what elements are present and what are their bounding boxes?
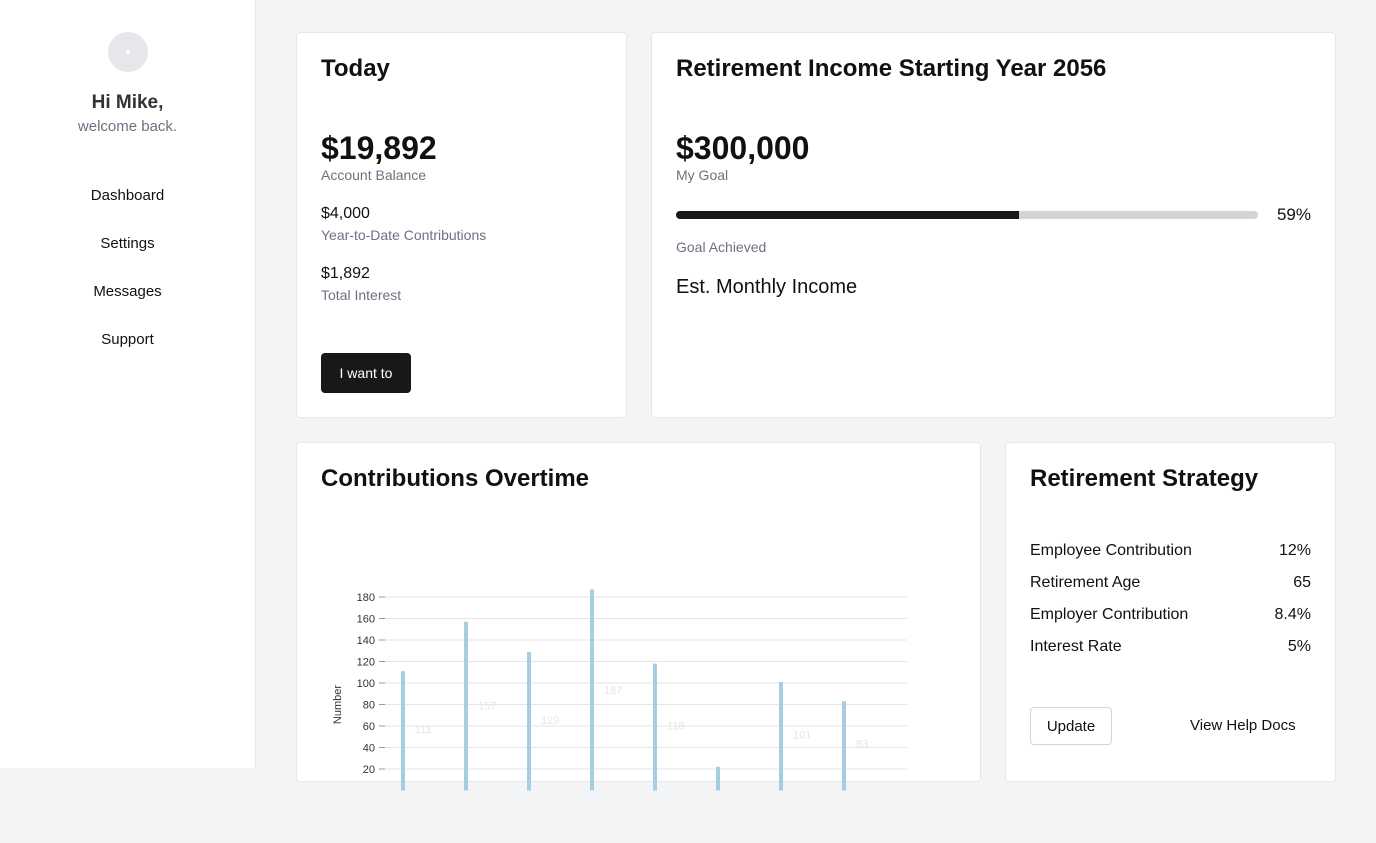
y-tick-label: 40 bbox=[363, 743, 375, 755]
est-monthly-income-label: Est. Monthly Income bbox=[676, 276, 858, 298]
strategy-row-employee-contribution: Employee Contribution 12% bbox=[1030, 542, 1311, 560]
bar-data-label: 111 bbox=[415, 724, 432, 736]
ytd-contributions-label: Year-to-Date Contributions bbox=[321, 227, 487, 243]
y-tick-label: 60 bbox=[363, 721, 375, 733]
today-title: Today bbox=[321, 55, 390, 82]
avatar[interactable] bbox=[108, 32, 148, 72]
strategy-row-interest-rate: Interest Rate 5% bbox=[1030, 638, 1311, 656]
bar-data-label: 187 bbox=[604, 685, 622, 697]
update-button[interactable]: Update bbox=[1030, 707, 1112, 745]
goal-progress-fill bbox=[676, 211, 1020, 219]
y-tick-label: 160 bbox=[357, 614, 375, 626]
y-tick-label: 80 bbox=[363, 700, 375, 712]
bar bbox=[527, 651, 531, 791]
strategy-value: 8.4% bbox=[1274, 606, 1311, 623]
bar-data-label: 118 bbox=[667, 721, 685, 733]
ytd-contributions-value: $4,000 bbox=[321, 205, 370, 222]
y-tick-label: 100 bbox=[357, 678, 375, 690]
bar bbox=[716, 766, 720, 791]
welcome-text: welcome back. bbox=[77, 118, 178, 135]
avatar-dot bbox=[126, 50, 130, 54]
goal-label: My Goal bbox=[676, 167, 729, 183]
y-tick-label: 120 bbox=[357, 657, 375, 669]
y-tick-label: 140 bbox=[357, 635, 375, 647]
contributions-card: Contributions Overtime 20 40 60 80 100 120 140… bbox=[296, 442, 981, 791]
today-card: Today $19,892 Account Balance $4,000 Yea… bbox=[296, 32, 627, 418]
strategy-row-retirement-age: Retirement Age 65 bbox=[1030, 574, 1311, 592]
bar bbox=[590, 589, 594, 791]
strategy-label: Interest Rate bbox=[1030, 638, 1122, 655]
greeting: Hi Mike, bbox=[91, 92, 164, 113]
sidebar: Hi Mike, welcome back. Dashboard Setting… bbox=[0, 0, 256, 768]
contributions-chart: 20 40 60 80 100 120 140 160 180 Number 111 157 129 18… bbox=[332, 589, 907, 791]
y-axis-label: Number bbox=[332, 685, 344, 724]
total-interest-value: $1,892 bbox=[321, 265, 370, 282]
goal-progress-bar bbox=[676, 211, 1258, 219]
goal-progress-percent: 59% bbox=[1276, 205, 1311, 224]
retirement-income-title: Retirement Income Starting Year 2056 bbox=[676, 55, 1107, 82]
i-want-to-button[interactable]: I want to bbox=[321, 353, 411, 393]
bar bbox=[401, 671, 405, 791]
strategy-label: Retirement Age bbox=[1030, 574, 1141, 591]
nav-item-messages[interactable]: Messages bbox=[0, 281, 255, 329]
strategy-label: Employer Contribution bbox=[1030, 606, 1189, 623]
strategy-value: 12% bbox=[1278, 542, 1311, 559]
account-balance-value: $19,892 bbox=[321, 130, 437, 166]
account-balance-label: Account Balance bbox=[321, 167, 427, 183]
bar-data-label: 101 bbox=[793, 729, 811, 741]
nav-item-dashboard[interactable]: Dashboard bbox=[0, 185, 255, 233]
nav-menu: Dashboard Settings Messages Support bbox=[0, 185, 255, 377]
bar bbox=[464, 621, 468, 791]
retirement-income-card: Retirement Income Starting Year 2056 $30… bbox=[651, 32, 1336, 418]
strategy-title: Retirement Strategy bbox=[1030, 465, 1259, 492]
strategy-label: Employee Contribution bbox=[1030, 542, 1192, 559]
strategy-row-employer-contribution: Employer Contribution 8.4% bbox=[1030, 606, 1311, 624]
nav-item-settings[interactable]: Settings bbox=[0, 233, 255, 281]
nav-item-support[interactable]: Support bbox=[0, 329, 255, 377]
view-help-docs-button[interactable]: View Help Docs bbox=[1190, 707, 1296, 745]
bar bbox=[653, 663, 657, 791]
total-interest-label: Total Interest bbox=[321, 287, 402, 303]
y-tick-label: 20 bbox=[363, 764, 375, 776]
goal-value: $300,000 bbox=[676, 130, 810, 166]
goal-achieved-label: Goal Achieved bbox=[676, 239, 767, 255]
bar-data-label: 129 bbox=[541, 715, 559, 727]
strategy-value: 65 bbox=[1293, 574, 1311, 591]
contributions-title: Contributions Overtime bbox=[321, 465, 590, 492]
bar-data-label: 83 bbox=[856, 739, 868, 751]
y-tick-label: 180 bbox=[357, 592, 375, 604]
strategy-value: 5% bbox=[1287, 638, 1311, 655]
bar bbox=[779, 681, 783, 791]
bar bbox=[842, 701, 846, 791]
retirement-strategy-card: Retirement Strategy Employee Contributio… bbox=[1005, 442, 1336, 782]
bar-data-label: 157 bbox=[478, 700, 496, 712]
